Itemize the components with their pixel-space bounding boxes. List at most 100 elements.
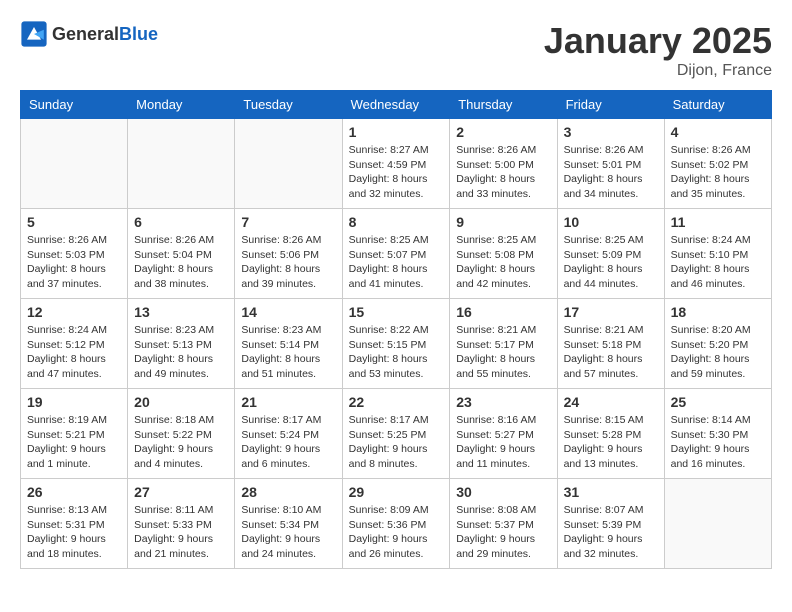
day-info: Sunrise: 8:26 AMSunset: 5:00 PMDaylight:… bbox=[456, 143, 550, 202]
logo-blue: Blue bbox=[119, 24, 158, 44]
day-cell: 29 Sunrise: 8:09 AMSunset: 5:36 PMDayligh… bbox=[342, 479, 450, 569]
day-info: Sunrise: 8:26 AMSunset: 5:04 PMDaylight:… bbox=[134, 233, 228, 292]
weekday-header-row: SundayMondayTuesdayWednesdayThursdayFrid… bbox=[21, 91, 772, 119]
day-number: 17 bbox=[564, 304, 658, 320]
day-cell: 10 Sunrise: 8:25 AMSunset: 5:09 PMDayligh… bbox=[557, 209, 664, 299]
day-number: 19 bbox=[27, 394, 121, 410]
day-number: 26 bbox=[27, 484, 121, 500]
day-info: Sunrise: 8:27 AMSunset: 4:59 PMDaylight:… bbox=[349, 143, 444, 202]
day-info: Sunrise: 8:26 AMSunset: 5:06 PMDaylight:… bbox=[241, 233, 335, 292]
day-info: Sunrise: 8:10 AMSunset: 5:34 PMDaylight:… bbox=[241, 503, 335, 562]
week-row-3: 12 Sunrise: 8:24 AMSunset: 5:12 PMDayligh… bbox=[21, 299, 772, 389]
day-number: 30 bbox=[456, 484, 550, 500]
day-info: Sunrise: 8:20 AMSunset: 5:20 PMDaylight:… bbox=[671, 323, 765, 382]
day-cell: 20Sunrise: 8:18 AMSunset: 5:22 PMDayligh… bbox=[128, 389, 235, 479]
weekday-header-tuesday: Tuesday bbox=[235, 91, 342, 119]
day-number: 24 bbox=[564, 394, 658, 410]
day-number: 3 bbox=[564, 124, 658, 140]
day-number: 18 bbox=[671, 304, 765, 320]
day-info: Sunrise: 8:26 AMSunset: 5:01 PMDaylight:… bbox=[564, 143, 658, 202]
day-info: Sunrise: 8:26 AMSunset: 5:03 PMDaylight:… bbox=[27, 233, 121, 292]
day-cell: 13Sunrise: 8:23 AMSunset: 5:13 PMDayligh… bbox=[128, 299, 235, 389]
day-number: 5 bbox=[27, 214, 121, 230]
logo-general: General bbox=[52, 24, 119, 44]
day-cell: 30 Sunrise: 8:08 AMSunset: 5:37 PMDayligh… bbox=[450, 479, 557, 569]
weekday-header-monday: Monday bbox=[128, 91, 235, 119]
day-cell: 24 Sunrise: 8:15 AMSunset: 5:28 PMDayligh… bbox=[557, 389, 664, 479]
day-cell bbox=[235, 119, 342, 209]
weekday-header-saturday: Saturday bbox=[664, 91, 771, 119]
day-cell bbox=[21, 119, 128, 209]
day-number: 10 bbox=[564, 214, 658, 230]
day-info: Sunrise: 8:09 AMSunset: 5:36 PMDaylight:… bbox=[349, 503, 444, 562]
day-info: Sunrise: 8:22 AMSunset: 5:15 PMDaylight:… bbox=[349, 323, 444, 382]
day-info: Sunrise: 8:13 AMSunset: 5:31 PMDaylight:… bbox=[27, 503, 121, 562]
day-cell: 21 Sunrise: 8:17 AMSunset: 5:24 PMDayligh… bbox=[235, 389, 342, 479]
day-info: Sunrise: 8:17 AMSunset: 5:24 PMDaylight:… bbox=[241, 413, 335, 472]
calendar-table: SundayMondayTuesdayWednesdayThursdayFrid… bbox=[20, 90, 772, 569]
day-cell: 4 Sunrise: 8:26 AMSunset: 5:02 PMDaylight… bbox=[664, 119, 771, 209]
day-number: 9 bbox=[456, 214, 550, 230]
day-number: 22 bbox=[349, 394, 444, 410]
weekday-header-friday: Friday bbox=[557, 91, 664, 119]
day-info: Sunrise: 8:26 AMSunset: 5:02 PMDaylight:… bbox=[671, 143, 765, 202]
day-info: Sunrise: 8:08 AMSunset: 5:37 PMDaylight:… bbox=[456, 503, 550, 562]
day-info: Sunrise: 8:25 AMSunset: 5:08 PMDaylight:… bbox=[456, 233, 550, 292]
day-number: 28 bbox=[241, 484, 335, 500]
day-cell: 18 Sunrise: 8:20 AMSunset: 5:20 PMDayligh… bbox=[664, 299, 771, 389]
weekday-header-sunday: Sunday bbox=[21, 91, 128, 119]
day-info: Sunrise: 8:16 AMSunset: 5:27 PMDaylight:… bbox=[456, 413, 550, 472]
day-cell: 12 Sunrise: 8:24 AMSunset: 5:12 PMDayligh… bbox=[21, 299, 128, 389]
day-number: 7 bbox=[241, 214, 335, 230]
day-cell bbox=[664, 479, 771, 569]
day-number: 25 bbox=[671, 394, 765, 410]
day-number: 1 bbox=[349, 124, 444, 140]
weekday-header-wednesday: Wednesday bbox=[342, 91, 450, 119]
day-cell: 11Sunrise: 8:24 AMSunset: 5:10 PMDayligh… bbox=[664, 209, 771, 299]
day-info: Sunrise: 8:14 AMSunset: 5:30 PMDaylight:… bbox=[671, 413, 765, 472]
day-cell: 31Sunrise: 8:07 AMSunset: 5:39 PMDayligh… bbox=[557, 479, 664, 569]
page-header: GeneralBlue January 2025 Dijon, France bbox=[20, 20, 772, 80]
day-cell: 19 Sunrise: 8:19 AMSunset: 5:21 PMDayligh… bbox=[21, 389, 128, 479]
day-cell bbox=[128, 119, 235, 209]
day-cell: 22Sunrise: 8:17 AMSunset: 5:25 PMDayligh… bbox=[342, 389, 450, 479]
day-cell: 27Sunrise: 8:11 AMSunset: 5:33 PMDayligh… bbox=[128, 479, 235, 569]
day-cell: 25 Sunrise: 8:14 AMSunset: 5:30 PMDayligh… bbox=[664, 389, 771, 479]
day-number: 27 bbox=[134, 484, 228, 500]
day-number: 21 bbox=[241, 394, 335, 410]
day-info: Sunrise: 8:25 AMSunset: 5:07 PMDaylight:… bbox=[349, 233, 444, 292]
day-number: 6 bbox=[134, 214, 228, 230]
day-cell: 26 Sunrise: 8:13 AMSunset: 5:31 PMDayligh… bbox=[21, 479, 128, 569]
day-number: 4 bbox=[671, 124, 765, 140]
day-cell: 8 Sunrise: 8:25 AMSunset: 5:07 PMDaylight… bbox=[342, 209, 450, 299]
day-number: 29 bbox=[349, 484, 444, 500]
day-info: Sunrise: 8:07 AMSunset: 5:39 PMDaylight:… bbox=[564, 503, 658, 562]
day-cell: 6 Sunrise: 8:26 AMSunset: 5:04 PMDaylight… bbox=[128, 209, 235, 299]
day-cell: 2 Sunrise: 8:26 AMSunset: 5:00 PMDaylight… bbox=[450, 119, 557, 209]
day-info: Sunrise: 8:24 AMSunset: 5:12 PMDaylight:… bbox=[27, 323, 121, 382]
title-block: January 2025 Dijon, France bbox=[544, 20, 772, 80]
day-info: Sunrise: 8:15 AMSunset: 5:28 PMDaylight:… bbox=[564, 413, 658, 472]
day-number: 12 bbox=[27, 304, 121, 320]
weekday-header-thursday: Thursday bbox=[450, 91, 557, 119]
day-number: 8 bbox=[349, 214, 444, 230]
day-cell: 5 Sunrise: 8:26 AMSunset: 5:03 PMDaylight… bbox=[21, 209, 128, 299]
day-number: 13 bbox=[134, 304, 228, 320]
day-info: Sunrise: 8:21 AMSunset: 5:17 PMDaylight:… bbox=[456, 323, 550, 382]
day-cell: 14 Sunrise: 8:23 AMSunset: 5:14 PMDayligh… bbox=[235, 299, 342, 389]
day-info: Sunrise: 8:25 AMSunset: 5:09 PMDaylight:… bbox=[564, 233, 658, 292]
day-cell: 23 Sunrise: 8:16 AMSunset: 5:27 PMDayligh… bbox=[450, 389, 557, 479]
day-info: Sunrise: 8:24 AMSunset: 5:10 PMDaylight:… bbox=[671, 233, 765, 292]
day-number: 16 bbox=[456, 304, 550, 320]
day-number: 2 bbox=[456, 124, 550, 140]
week-row-1: 1 Sunrise: 8:27 AMSunset: 4:59 PMDaylight… bbox=[21, 119, 772, 209]
day-number: 14 bbox=[241, 304, 335, 320]
day-cell: 7 Sunrise: 8:26 AMSunset: 5:06 PMDaylight… bbox=[235, 209, 342, 299]
day-info: Sunrise: 8:23 AMSunset: 5:14 PMDaylight:… bbox=[241, 323, 335, 382]
day-info: Sunrise: 8:18 AMSunset: 5:22 PMDaylight:… bbox=[134, 413, 228, 472]
day-info: Sunrise: 8:21 AMSunset: 5:18 PMDaylight:… bbox=[564, 323, 658, 382]
day-info: Sunrise: 8:19 AMSunset: 5:21 PMDaylight:… bbox=[27, 413, 121, 472]
logo-icon bbox=[20, 20, 48, 48]
day-number: 23 bbox=[456, 394, 550, 410]
day-cell: 1 Sunrise: 8:27 AMSunset: 4:59 PMDaylight… bbox=[342, 119, 450, 209]
